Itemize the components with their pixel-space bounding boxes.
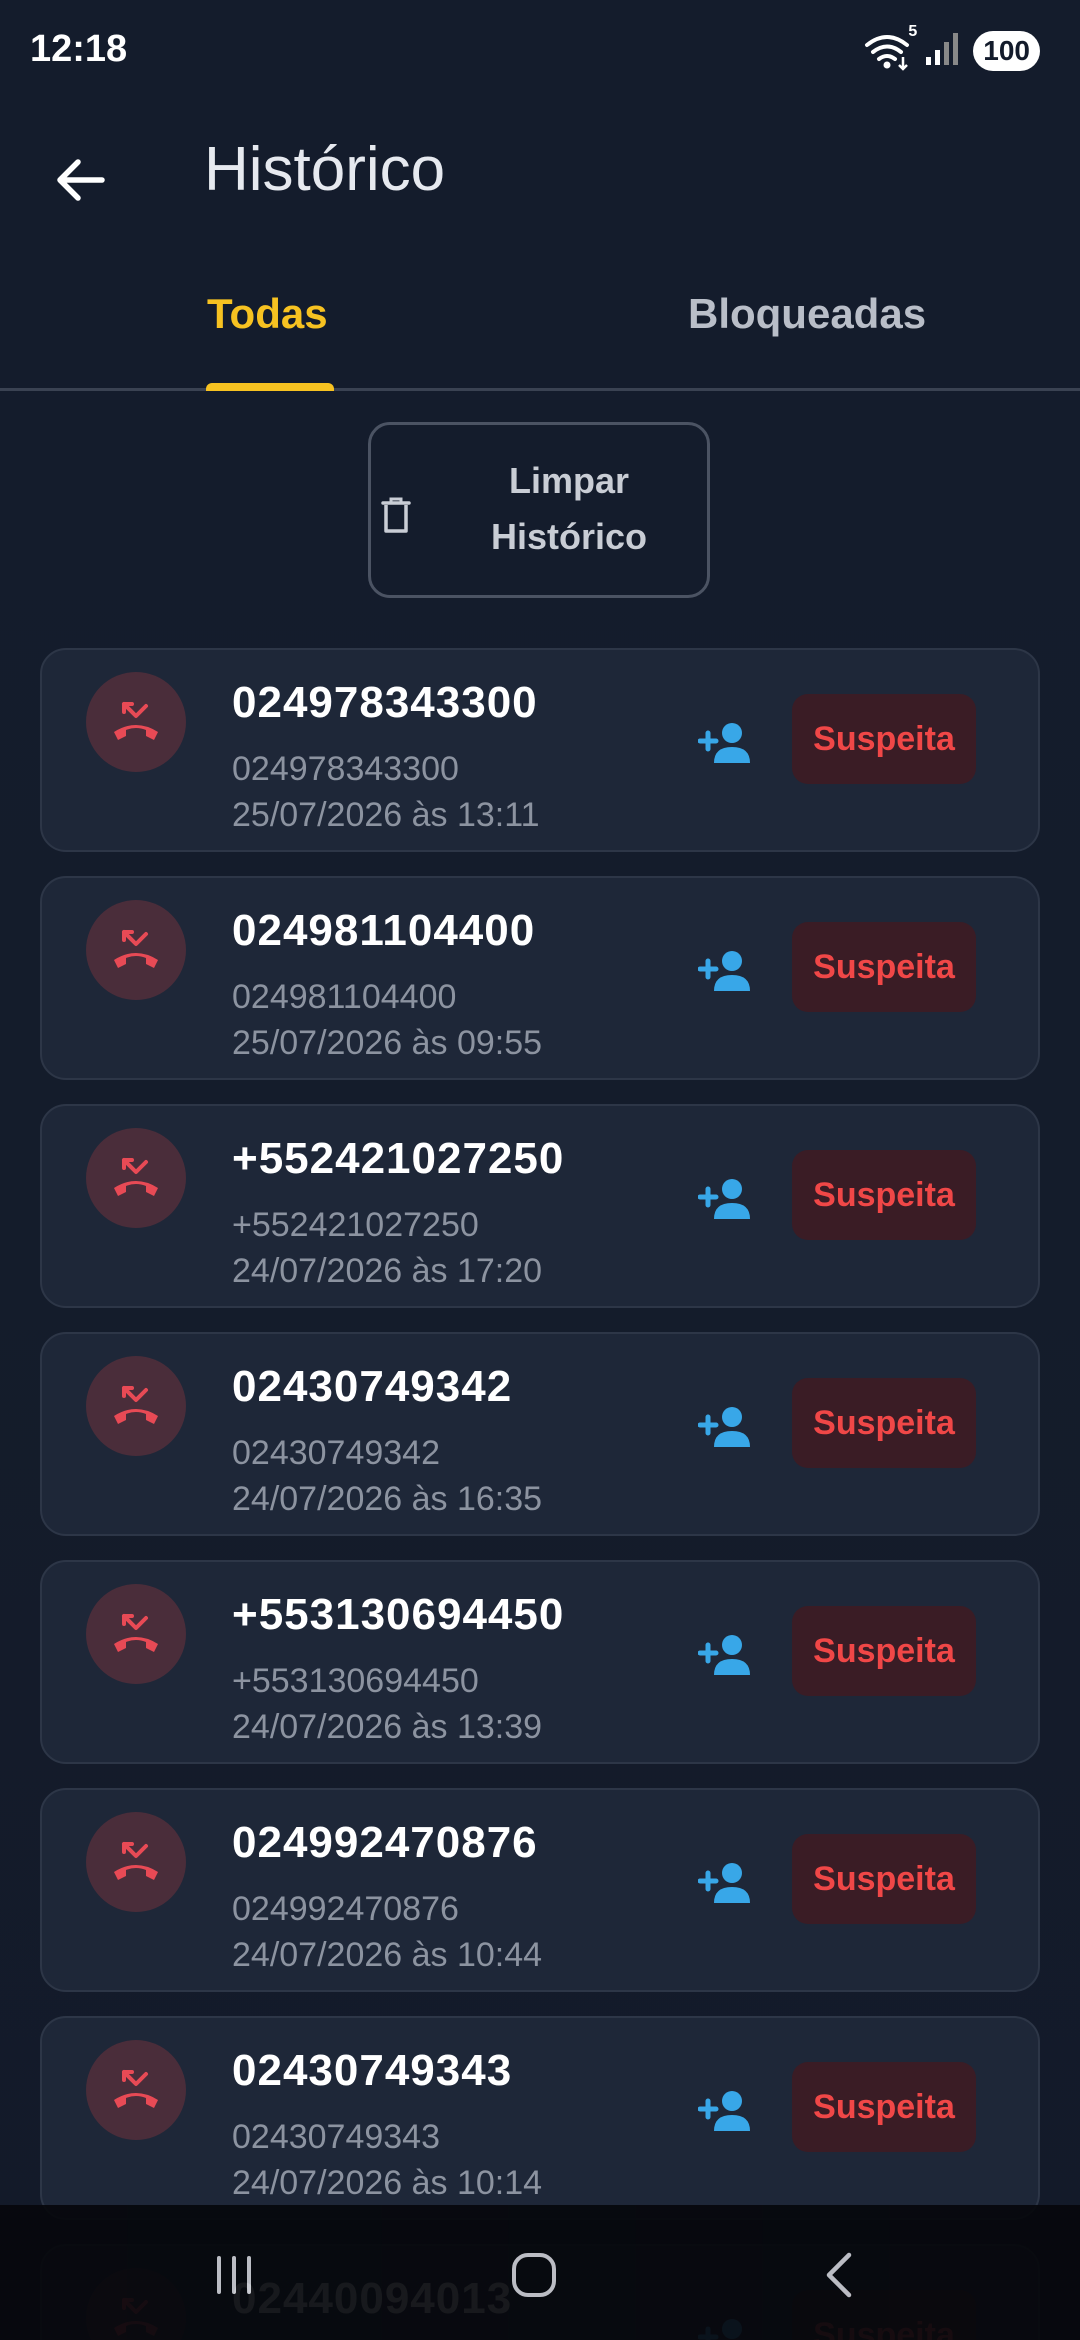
tab-bar: Todas Bloqueadas — [0, 260, 1080, 391]
add-person-icon — [698, 723, 750, 763]
call-details: +552421027250 24/07/2026 às 17:20 — [232, 1202, 542, 1294]
add-person-icon — [698, 951, 750, 991]
status-icons: 5 100 — [863, 23, 1040, 72]
trash-icon — [379, 495, 413, 540]
call-datetime: 24/07/2026 às 16:35 — [232, 1480, 543, 1518]
suspect-badge: Suspeita — [792, 1834, 976, 1924]
call-number: 024978343300 — [232, 678, 538, 727]
tab-todas[interactable]: Todas — [207, 290, 328, 338]
status-bar: 12:18 5 100 — [0, 0, 1080, 100]
clear-history-label: Limpar Histórico — [490, 460, 648, 557]
call-number: +553130694450 — [232, 1590, 565, 1639]
call-details: 024981104400 25/07/2026 às 09:55 — [232, 974, 542, 1066]
call-datetime: 24/07/2026 às 10:14 — [232, 2164, 543, 2202]
call-datetime: 25/07/2026 às 09:55 — [232, 1024, 543, 1062]
add-contact-button[interactable] — [692, 1164, 762, 1234]
missed-call-icon-container — [86, 2040, 186, 2140]
call-card[interactable]: 024992470876 024992470876 24/07/2026 às 10… — [40, 1788, 1040, 1992]
call-subtitle: 02430749343 — [232, 2118, 441, 2156]
battery-indicator: 100 — [973, 31, 1040, 71]
recent-apps-icon — [217, 2256, 251, 2294]
call-number: +552421027250 — [232, 1134, 565, 1183]
back-button[interactable] — [40, 140, 120, 220]
wifi-icon: 5 — [863, 23, 917, 71]
call-card[interactable]: +552421027250 +552421027250 24/07/2026 às … — [40, 1104, 1040, 1308]
call-details: 02430749342 24/07/2026 às 16:35 — [232, 1430, 542, 1522]
suspect-badge: Suspeita — [792, 1150, 976, 1240]
missed-call-icon — [114, 930, 158, 968]
call-card[interactable]: 02430749342 02430749342 24/07/2026 às 16:3… — [40, 1332, 1040, 1536]
add-contact-button[interactable] — [692, 1392, 762, 1462]
add-person-icon — [698, 1863, 750, 1903]
suspect-badge: Suspeita — [792, 922, 976, 1012]
missed-call-icon — [114, 702, 158, 740]
suspect-badge: Suspeita — [792, 1606, 976, 1696]
arrow-left-icon — [57, 159, 105, 201]
page-title: Histórico — [204, 135, 446, 204]
call-datetime: 24/07/2026 às 17:20 — [232, 1252, 543, 1290]
add-contact-button[interactable] — [692, 1620, 762, 1690]
suspect-badge: Suspeita — [792, 694, 976, 784]
app-bar: Histórico — [0, 120, 1080, 230]
call-card[interactable]: 024981104400 024981104400 25/07/2026 às 09… — [40, 876, 1040, 1080]
missed-call-icon — [114, 2070, 158, 2108]
missed-call-icon-container — [86, 900, 186, 1000]
suspect-badge: Suspeita — [792, 1378, 976, 1468]
system-back-button[interactable] — [800, 2235, 880, 2315]
active-tab-indicator — [206, 383, 334, 391]
call-number: 02430749343 — [232, 2046, 513, 2095]
call-number: 02430749342 — [232, 1362, 513, 1411]
history-screen: 12:18 5 100 Histórico Todas Bloqueadas L… — [0, 0, 1080, 2340]
call-number: 024981104400 — [232, 906, 536, 955]
add-contact-button[interactable] — [692, 708, 762, 778]
tab-bloqueadas[interactable]: Bloqueadas — [688, 290, 926, 338]
add-contact-button[interactable] — [692, 1848, 762, 1918]
clear-history-button[interactable]: Limpar Histórico — [368, 422, 710, 598]
call-subtitle: 024981104400 — [232, 978, 457, 1016]
status-time: 12:18 — [30, 28, 128, 70]
add-person-icon — [698, 2091, 750, 2131]
home-button[interactable] — [494, 2235, 574, 2315]
recent-apps-button[interactable] — [194, 2235, 274, 2315]
call-subtitle: +553130694450 — [232, 1662, 479, 1700]
add-contact-button[interactable] — [692, 936, 762, 1006]
call-number: 024992470876 — [232, 1818, 538, 1867]
call-datetime: 25/07/2026 às 13:11 — [232, 796, 540, 834]
missed-call-icon — [114, 1842, 158, 1880]
suspect-badge: Suspeita — [792, 2062, 976, 2152]
add-person-icon — [698, 1179, 750, 1219]
signal-icon — [925, 31, 961, 72]
add-contact-button[interactable] — [692, 2076, 762, 2146]
call-details: +553130694450 24/07/2026 às 13:39 — [232, 1658, 542, 1750]
chevron-left-icon — [826, 2252, 852, 2298]
call-datetime: 24/07/2026 às 10:44 — [232, 1936, 543, 1974]
missed-call-icon-container — [86, 1128, 186, 1228]
call-subtitle: 02430749342 — [232, 1434, 441, 1472]
missed-call-icon — [114, 1614, 158, 1652]
wifi-badge: 5 — [908, 23, 918, 40]
call-card[interactable]: 024978343300 024978343300 25/07/2026 às 13… — [40, 648, 1040, 852]
missed-call-icon — [114, 1386, 158, 1424]
missed-call-icon-container — [86, 1812, 186, 1912]
add-person-icon — [698, 1407, 750, 1447]
system-nav-bar — [0, 2205, 1080, 2340]
missed-call-icon-container — [86, 1584, 186, 1684]
call-details: 02430749343 24/07/2026 às 10:14 — [232, 2114, 542, 2206]
call-subtitle: 024978343300 — [232, 750, 459, 788]
missed-call-icon-container — [86, 1356, 186, 1456]
call-card[interactable]: +553130694450 +553130694450 24/07/2026 às … — [40, 1560, 1040, 1764]
missed-call-icon — [114, 1158, 158, 1196]
add-person-icon — [698, 1635, 750, 1675]
call-details: 024978343300 25/07/2026 às 13:11 — [232, 746, 540, 838]
call-card[interactable]: 02430749343 02430749343 24/07/2026 às 10:1… — [40, 2016, 1040, 2220]
call-subtitle: 024992470876 — [232, 1890, 459, 1928]
call-datetime: 24/07/2026 às 13:39 — [232, 1708, 543, 1746]
call-subtitle: +552421027250 — [232, 1206, 479, 1244]
home-icon — [512, 2253, 556, 2297]
call-details: 024992470876 24/07/2026 às 10:44 — [232, 1886, 542, 1978]
missed-call-icon-container — [86, 672, 186, 772]
